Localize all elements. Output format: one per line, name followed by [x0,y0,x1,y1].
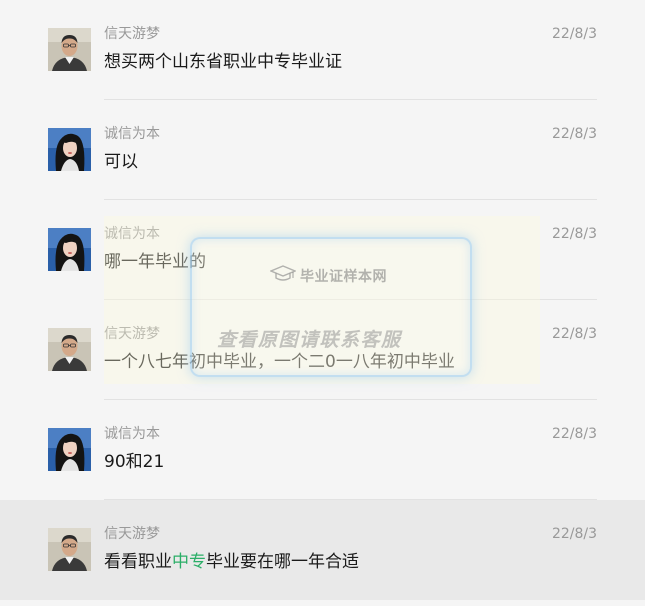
chat-message[interactable]: 信天游梦 22/8/3 一个八七年初中毕业，一个二0一八年初中毕业 [0,300,645,400]
message-text: 一个八七年初中毕业，一个二0一八年初中毕业 [104,352,455,372]
sender-name[interactable]: 诚信为本 [104,225,160,243]
message-time: 22/8/3 [551,26,597,42]
chat-message[interactable]: 信天游梦 22/8/3 想买两个山东省职业中专毕业证 [0,0,645,100]
sender-name[interactable]: 诚信为本 [104,425,160,443]
message-text: 想买两个山东省职业中专毕业证 [104,52,342,72]
message-time: 22/8/3 [551,326,597,342]
chat-message-list[interactable]: 信天游梦 22/8/3 想买两个山东省职业中专毕业证 诚信为本 22/8/3 可… [0,0,645,600]
man-avatar[interactable] [48,28,91,71]
message-text: 哪一年毕业的 [104,252,206,272]
sender-name[interactable]: 信天游梦 [104,325,160,343]
message-text-part: 看看职业 [104,552,172,572]
message-time: 22/8/3 [551,526,597,542]
chat-message[interactable]: 诚信为本 22/8/3 可以 [0,100,645,200]
message-text: 90和21 [104,452,165,472]
message-time: 22/8/3 [551,126,597,142]
message-text: 看看职业中专毕业要在哪一年合适 [104,550,359,574]
message-text: 可以 [104,152,138,172]
search-keyword-highlight: 中专 [172,552,206,572]
man-avatar[interactable] [48,328,91,371]
woman-avatar[interactable] [48,428,91,471]
woman-avatar[interactable] [48,228,91,271]
man-avatar[interactable] [48,528,91,571]
message-text-part: 毕业要在哪一年合适 [206,552,359,572]
woman-avatar[interactable] [48,128,91,171]
sender-name[interactable]: 信天游梦 [104,25,160,43]
divider [104,599,597,600]
message-time: 22/8/3 [551,426,597,442]
chat-message[interactable]: 诚信为本 22/8/3 90和21 [0,400,645,500]
sender-name[interactable]: 信天游梦 [104,525,160,543]
message-time: 22/8/3 [551,226,597,242]
chat-message-highlighted[interactable]: 信天游梦 22/8/3 看看职业中专毕业要在哪一年合适 [0,500,645,600]
chat-message[interactable]: 诚信为本 22/8/3 哪一年毕业的 [0,200,645,300]
sender-name[interactable]: 诚信为本 [104,125,160,143]
